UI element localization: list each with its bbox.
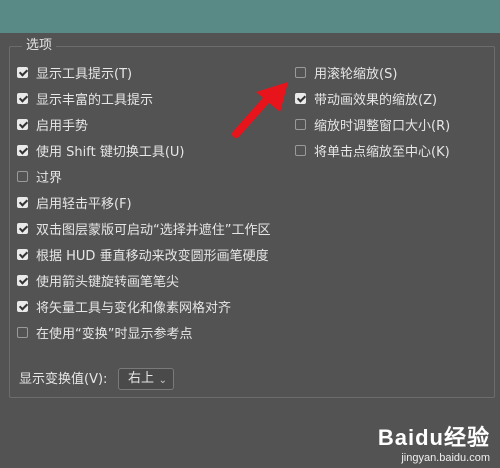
option-label: 双击图层蒙版可启动“选择并遮住”工作区 xyxy=(36,222,271,238)
option-label: 使用箭头键旋转画笔笔尖 xyxy=(36,274,180,290)
option-double-click-mask[interactable]: 双击图层蒙版可启动“选择并遮住”工作区 xyxy=(17,219,271,238)
checkbox[interactable] xyxy=(295,92,306,104)
checkbox[interactable] xyxy=(17,66,28,78)
checkbox[interactable] xyxy=(17,248,28,260)
option-overscroll[interactable]: 过界 xyxy=(17,167,63,186)
option-snap-vector-tools[interactable]: 将矢量工具与变化和像素网格对齐 xyxy=(17,297,232,316)
checkbox[interactable] xyxy=(17,300,28,312)
checkbox[interactable] xyxy=(17,118,28,130)
red-arrow-icon xyxy=(232,82,288,138)
option-enable-gestures[interactable]: 启用手势 xyxy=(17,115,89,134)
baidu-watermark: Baidu经验 jingyan.baidu.com xyxy=(378,420,490,464)
checkbox[interactable] xyxy=(295,144,306,156)
option-label: 启用轻击平移(F) xyxy=(36,196,132,212)
checkbox[interactable] xyxy=(295,118,306,130)
option-flick-panning[interactable]: 启用轻击平移(F) xyxy=(17,193,132,212)
option-zoom-clicked-point-to-center[interactable]: 将单击点缩放至中心(K) xyxy=(295,141,450,160)
option-label: 缩放时调整窗口大小(R) xyxy=(314,118,451,134)
option-label: 用滚轮缩放(S) xyxy=(314,66,398,82)
chevron-down-icon: ⌄ xyxy=(158,375,167,386)
option-show-reference-point[interactable]: 在使用“变换”时显示参考点 xyxy=(17,323,193,342)
options-group-title: 选项 xyxy=(22,37,57,55)
option-label: 过界 xyxy=(36,170,63,186)
option-animated-zoom[interactable]: 带动画效果的缩放(Z) xyxy=(295,89,438,108)
watermark-logo: Baidu经验 xyxy=(377,425,490,450)
option-label: 将单击点缩放至中心(K) xyxy=(314,144,450,160)
option-hud-brush-hardness[interactable]: 根据 HUD 垂直移动来改变圆形画笔硬度 xyxy=(17,245,269,264)
checkbox[interactable] xyxy=(17,196,28,208)
checkbox[interactable] xyxy=(17,144,28,156)
checkbox[interactable] xyxy=(17,92,28,104)
checkbox[interactable] xyxy=(17,274,28,286)
option-label: 将矢量工具与变化和像素网格对齐 xyxy=(36,300,232,316)
watermark-url: jingyan.baidu.com xyxy=(401,452,490,464)
option-label: 在使用“变换”时显示参考点 xyxy=(36,326,193,342)
option-shift-switch-tools[interactable]: 使用 Shift 键切换工具(U) xyxy=(17,141,185,160)
option-label: 根据 HUD 垂直移动来改变圆形画笔硬度 xyxy=(36,248,269,264)
option-label: 启用手势 xyxy=(36,118,89,134)
option-label: 显示丰富的工具提示 xyxy=(36,92,154,108)
option-label: 显示工具提示(T) xyxy=(36,66,133,82)
show-transform-values-label: 显示变换值(V): xyxy=(19,372,108,387)
option-arrow-rotate-brush[interactable]: 使用箭头键旋转画笔笔尖 xyxy=(17,271,180,290)
transform-values-select[interactable]: 右上 ⌄ xyxy=(118,368,174,390)
checkbox[interactable] xyxy=(17,326,28,338)
option-zoom-with-scroll-wheel[interactable]: 用滚轮缩放(S) xyxy=(295,63,398,82)
option-rich-tooltips[interactable]: 显示丰富的工具提示 xyxy=(17,89,154,108)
option-label: 带动画效果的缩放(Z) xyxy=(314,92,438,108)
checkbox[interactable] xyxy=(17,170,28,182)
option-zoom-resizes-window[interactable]: 缩放时调整窗口大小(R) xyxy=(295,115,451,134)
option-label: 使用 Shift 键切换工具(U) xyxy=(36,144,185,160)
window-header-band xyxy=(0,0,500,33)
option-show-tooltips[interactable]: 显示工具提示(T) xyxy=(17,63,133,82)
checkbox[interactable] xyxy=(295,66,306,78)
transform-values-selected: 右上 xyxy=(128,371,155,386)
checkbox[interactable] xyxy=(17,222,28,234)
